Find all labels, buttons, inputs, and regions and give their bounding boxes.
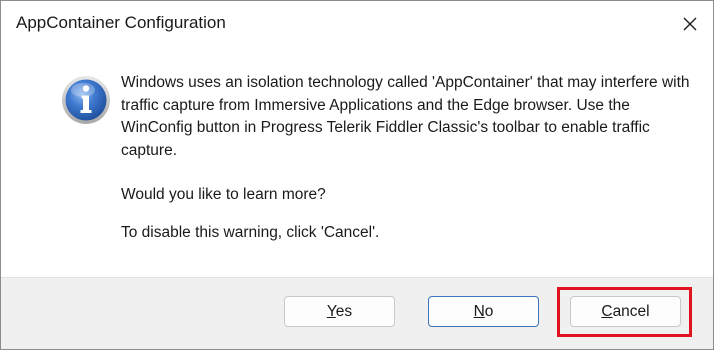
cancel-button-label: Cancel <box>601 302 650 320</box>
message-disable-hint: To disable this warning, click 'Cancel'. <box>121 223 380 241</box>
title-bar: AppContainer Configuration <box>1 1 713 47</box>
information-icon <box>62 76 110 124</box>
message-main: Windows uses an isolation technology cal… <box>121 74 690 159</box>
yes-button[interactable]: Yes <box>284 296 395 327</box>
message-question: Would you like to learn more? <box>121 186 326 203</box>
dialog-title: AppContainer Configuration <box>16 13 226 32</box>
cancel-button[interactable]: Cancel <box>570 296 681 327</box>
no-button-label: No <box>473 302 494 320</box>
close-button[interactable] <box>667 1 713 47</box>
yes-button-label: Yes <box>326 302 353 320</box>
message-area: Windows uses an isolation technology cal… <box>121 72 701 244</box>
close-icon <box>683 17 697 31</box>
no-button[interactable]: No <box>428 296 539 327</box>
dialog-content: Windows uses an isolation technology cal… <box>1 47 713 277</box>
